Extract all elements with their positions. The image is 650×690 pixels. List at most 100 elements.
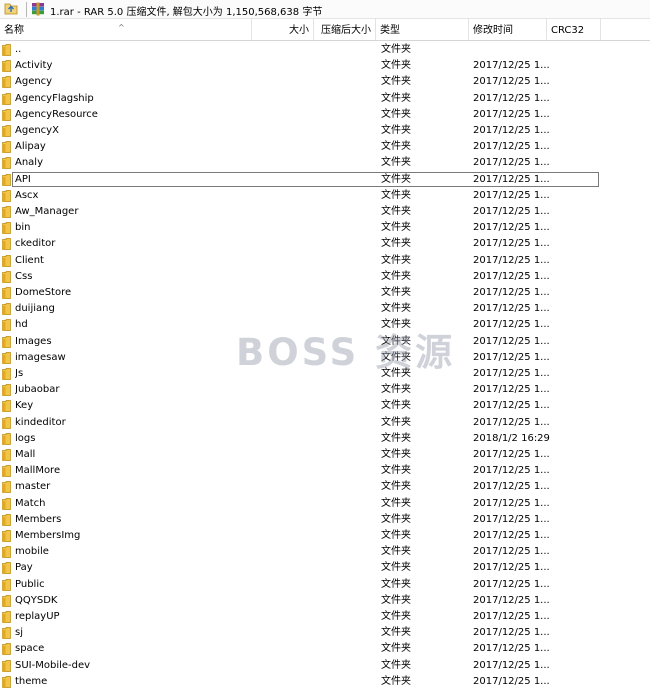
file-modified: 2017/12/25 1...: [473, 384, 550, 396]
file-type: 文件夹: [381, 76, 411, 88]
file-row[interactable]: Analy 文件夹 2017/12/25 1...: [0, 155, 650, 171]
file-row[interactable]: Agency 文件夹 2017/12/25 1...: [0, 74, 650, 90]
column-header-packed-size[interactable]: 压缩后大小: [314, 19, 376, 40]
file-row[interactable]: Css 文件夹 2017/12/25 1...: [0, 269, 650, 285]
column-header: 名称 ^ 大小 压缩后大小 类型 修改时间 CRC32: [0, 19, 650, 41]
file-row[interactable]: Jubaobar 文件夹 2017/12/25 1...: [0, 382, 650, 398]
file-row[interactable]: Activity 文件夹 2017/12/25 1...: [0, 58, 650, 74]
file-modified: 2017/12/25 1...: [473, 530, 550, 541]
file-row[interactable]: SUI-Mobile-dev 文件夹 2017/12/25 1...: [0, 658, 650, 674]
file-row[interactable]: Key 文件夹 2017/12/25 1...: [0, 398, 650, 414]
folder-icon: [2, 287, 11, 299]
up-folder-arrow-icon[interactable]: [4, 3, 18, 15]
file-row[interactable]: AgencyX 文件夹 2017/12/25 1...: [0, 123, 650, 139]
file-name: Members: [15, 513, 62, 525]
file-row[interactable]: hd 文件夹 2017/12/25 1...: [0, 317, 650, 333]
file-name: AgencyX: [15, 125, 59, 136]
file-name: Images: [15, 335, 52, 347]
file-modified: 2017/12/25 1...: [473, 497, 550, 509]
file-row[interactable]: mobile 文件夹 2017/12/25 1...: [0, 544, 650, 560]
file-name: Ascx: [15, 189, 39, 201]
file-row[interactable]: MallMore 文件夹 2017/12/25 1...: [0, 463, 650, 479]
file-row[interactable]: master 文件夹 2017/12/25 1...: [0, 479, 650, 495]
file-type: 文件夹: [381, 222, 411, 234]
file-row[interactable]: Aw_Manager 文件夹 2017/12/25 1...: [0, 204, 650, 220]
file-row[interactable]: Images 文件夹 2017/12/25 1...: [0, 334, 650, 350]
file-row[interactable]: AgencyResource 文件夹 2017/12/25 1...: [0, 107, 650, 123]
file-name: SUI-Mobile-dev: [15, 659, 91, 671]
file-row[interactable]: Mall 文件夹 2017/12/25 1...: [0, 447, 650, 463]
column-name-label: 名称: [4, 25, 24, 36]
folder-icon: [2, 675, 11, 688]
folder-icon: [2, 627, 11, 640]
file-modified: 2017/12/25 1...: [473, 400, 550, 412]
folder-icon: [2, 513, 11, 526]
file-type: 文件夹: [381, 108, 411, 120]
file-type: 文件夹: [381, 270, 411, 282]
file-modified: 2017/12/25 1...: [473, 189, 550, 201]
file-row[interactable]: API 文件夹 2017/12/25 1...: [0, 171, 650, 188]
file-modified: 2017/12/25 1...: [473, 238, 550, 250]
file-name: Pay: [15, 562, 33, 574]
column-header-crc32[interactable]: CRC32: [547, 19, 601, 40]
folder-icon: [2, 481, 11, 494]
column-header-size[interactable]: 大小: [252, 19, 314, 40]
file-type: 文件夹: [381, 449, 411, 460]
file-row[interactable]: kindeditor 文件夹 2017/12/25 1...: [0, 415, 650, 431]
file-name: API: [15, 173, 31, 185]
column-header-type[interactable]: 类型: [376, 19, 469, 40]
file-row[interactable]: QQYSDK 文件夹 2017/12/25 1...: [0, 593, 650, 609]
file-type: 文件夹: [381, 611, 411, 622]
file-row[interactable]: DomeStore 文件夹 2017/12/25 1...: [0, 285, 650, 301]
file-row[interactable]: Alipay 文件夹 2017/12/25 1...: [0, 139, 650, 155]
folder-icon: [2, 400, 11, 413]
file-row[interactable]: space 文件夹 2017/12/25 1...: [0, 641, 650, 657]
file-row[interactable]: imagesaw 文件夹 2017/12/25 1...: [0, 350, 650, 366]
file-name: imagesaw: [15, 351, 66, 363]
file-type: 文件夹: [381, 206, 411, 217]
file-modified: 2017/12/25 1...: [473, 125, 550, 136]
file-modified: [473, 42, 551, 58]
folder-icon: [2, 659, 11, 672]
file-name: ..: [15, 44, 22, 55]
file-row[interactable]: Members 文件夹 2017/12/25 1...: [0, 512, 650, 528]
file-type: 文件夹: [381, 173, 411, 185]
file-modified: 2017/12/25 1...: [473, 92, 550, 104]
file-row[interactable]: AgencyFlagship 文件夹 2017/12/25 1...: [0, 91, 650, 107]
folder-icon: [2, 432, 11, 445]
file-modified: 2017/12/25 1...: [473, 643, 550, 655]
file-row[interactable]: replayUP 文件夹 2017/12/25 1...: [0, 609, 650, 625]
file-modified: 2017/12/25 1...: [473, 157, 550, 169]
file-row[interactable]: Js 文件夹 2017/12/25 1...: [0, 366, 650, 382]
file-type: 文件夹: [381, 157, 411, 169]
file-row[interactable]: MembersImg 文件夹 2017/12/25 1...: [0, 528, 650, 544]
file-row[interactable]: sj 文件夹 2017/12/25 1...: [0, 625, 650, 641]
folder-icon: [2, 594, 11, 607]
file-name: QQYSDK: [15, 594, 58, 606]
file-row[interactable]: Client 文件夹 2017/12/25 1...: [0, 253, 650, 269]
file-row[interactable]: Ascx 文件夹 2017/12/25 1...: [0, 188, 650, 204]
file-row[interactable]: duijiang 文件夹 2017/12/25 1...: [0, 301, 650, 317]
file-row[interactable]: logs 文件夹 2018/1/2 16:29: [0, 431, 650, 447]
toolbar-separator: [26, 2, 27, 17]
folder-icon: [2, 465, 11, 478]
file-row[interactable]: Public 文件夹 2017/12/25 1...: [0, 577, 650, 593]
file-name: ckeditor: [15, 238, 56, 250]
column-header-modified[interactable]: 修改时间: [469, 19, 547, 40]
file-name: MallMore: [15, 465, 61, 477]
file-row[interactable]: ckeditor 文件夹 2017/12/25 1...: [0, 236, 650, 252]
file-row[interactable]: theme 文件夹 2017/12/25 1...: [0, 674, 650, 690]
file-type: 文件夹: [381, 481, 411, 493]
folder-icon: [2, 351, 11, 364]
file-row[interactable]: .. 文件夹: [0, 42, 650, 58]
file-row[interactable]: bin 文件夹 2017/12/25 1...: [0, 220, 650, 236]
folder-icon: [2, 44, 11, 56]
folder-icon: [2, 270, 11, 283]
file-row[interactable]: Match 文件夹 2017/12/25 1...: [0, 496, 650, 512]
file-name: Activity: [15, 60, 53, 72]
file-modified: 2017/12/25 1...: [473, 270, 550, 282]
file-row[interactable]: Pay 文件夹 2017/12/25 1...: [0, 560, 650, 576]
column-header-name[interactable]: 名称 ^: [0, 19, 252, 40]
file-name: Client: [15, 254, 44, 266]
file-type: 文件夹: [381, 319, 411, 331]
